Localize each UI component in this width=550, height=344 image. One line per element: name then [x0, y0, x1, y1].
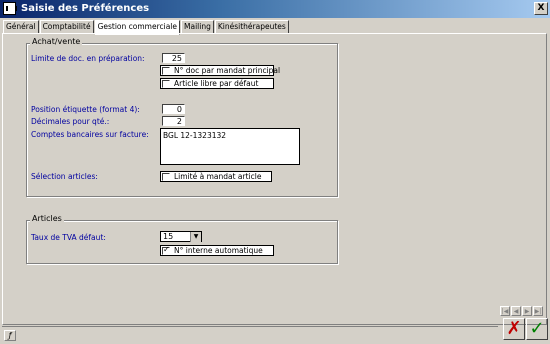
tab-general[interactable]: Général	[3, 20, 39, 34]
decimales-input[interactable]: 2	[162, 116, 185, 126]
cancel-button[interactable]: ✗	[503, 318, 525, 340]
comptes-label: Comptes bancaires sur facture:	[31, 130, 149, 139]
prev-record-icon[interactable]: ◀	[511, 306, 521, 316]
status-bar: ƒ	[2, 326, 498, 343]
comptes-textarea[interactable]: BGL 12-1323132	[160, 128, 300, 165]
num-interne-label: N° interne automatique	[174, 246, 263, 255]
num-interne-box	[162, 245, 170, 255]
decimales-label: Décimales pour qté.:	[31, 117, 110, 126]
doc-mandat-checkbox[interactable]: N° doc par mandat principal	[160, 65, 280, 76]
article-libre-label: Article libre par défaut	[174, 79, 259, 88]
app-icon	[3, 2, 17, 15]
limite-input[interactable]: 25	[162, 53, 185, 63]
tva-value: 15	[163, 232, 174, 241]
preferences-window: Saisie des Préférences X Général Comptab…	[0, 0, 550, 344]
achat-vente-legend: Achat/vente	[30, 37, 83, 46]
selection-label: Sélection articles:	[31, 172, 98, 181]
tva-select[interactable]: 15 ▼	[160, 231, 202, 242]
tab-kinesitherapeutes[interactable]: Kinésithérapeutes	[214, 20, 289, 34]
tab-mailing[interactable]: Mailing	[181, 20, 214, 34]
limite-mandat-box	[162, 173, 170, 181]
articles-group	[26, 220, 338, 264]
window-title: Saisie des Préférences	[21, 3, 150, 14]
close-button[interactable]: X	[534, 2, 548, 15]
article-libre-box	[162, 80, 170, 88]
articles-legend: Articles	[30, 214, 64, 223]
tab-strip: Général Comptabilité Gestion commerciale…	[3, 20, 290, 35]
last-record-icon[interactable]: ▶|	[533, 306, 543, 316]
title-bar: Saisie des Préférences X	[0, 0, 550, 18]
position-input[interactable]: 0	[162, 104, 185, 114]
num-interne-checkbox[interactable]: N° interne automatique	[160, 245, 274, 256]
next-record-icon[interactable]: ▶	[522, 306, 532, 316]
ok-button[interactable]: ✓	[526, 318, 548, 340]
limite-mandat-label: Limité à mandat article	[174, 172, 262, 181]
tva-label: Taux de TVA défaut:	[31, 233, 106, 242]
doc-mandat-box	[162, 67, 170, 75]
tab-comptabilite[interactable]: Comptabilité	[39, 20, 94, 34]
limite-label: Limite de doc. en préparation:	[31, 54, 145, 63]
record-navigator: |◀ ◀ ▶ ▶|	[500, 306, 544, 316]
article-libre-checkbox[interactable]: Article libre par défaut	[160, 78, 274, 89]
first-record-icon[interactable]: |◀	[500, 306, 510, 316]
limite-mandat-checkbox[interactable]: Limité à mandat article	[160, 171, 272, 182]
chevron-down-icon[interactable]: ▼	[190, 232, 201, 242]
function-icon[interactable]: ƒ	[4, 330, 16, 341]
position-label: Position étiquette (format 4):	[31, 105, 140, 114]
doc-mandat-label: N° doc par mandat principal	[174, 66, 281, 75]
